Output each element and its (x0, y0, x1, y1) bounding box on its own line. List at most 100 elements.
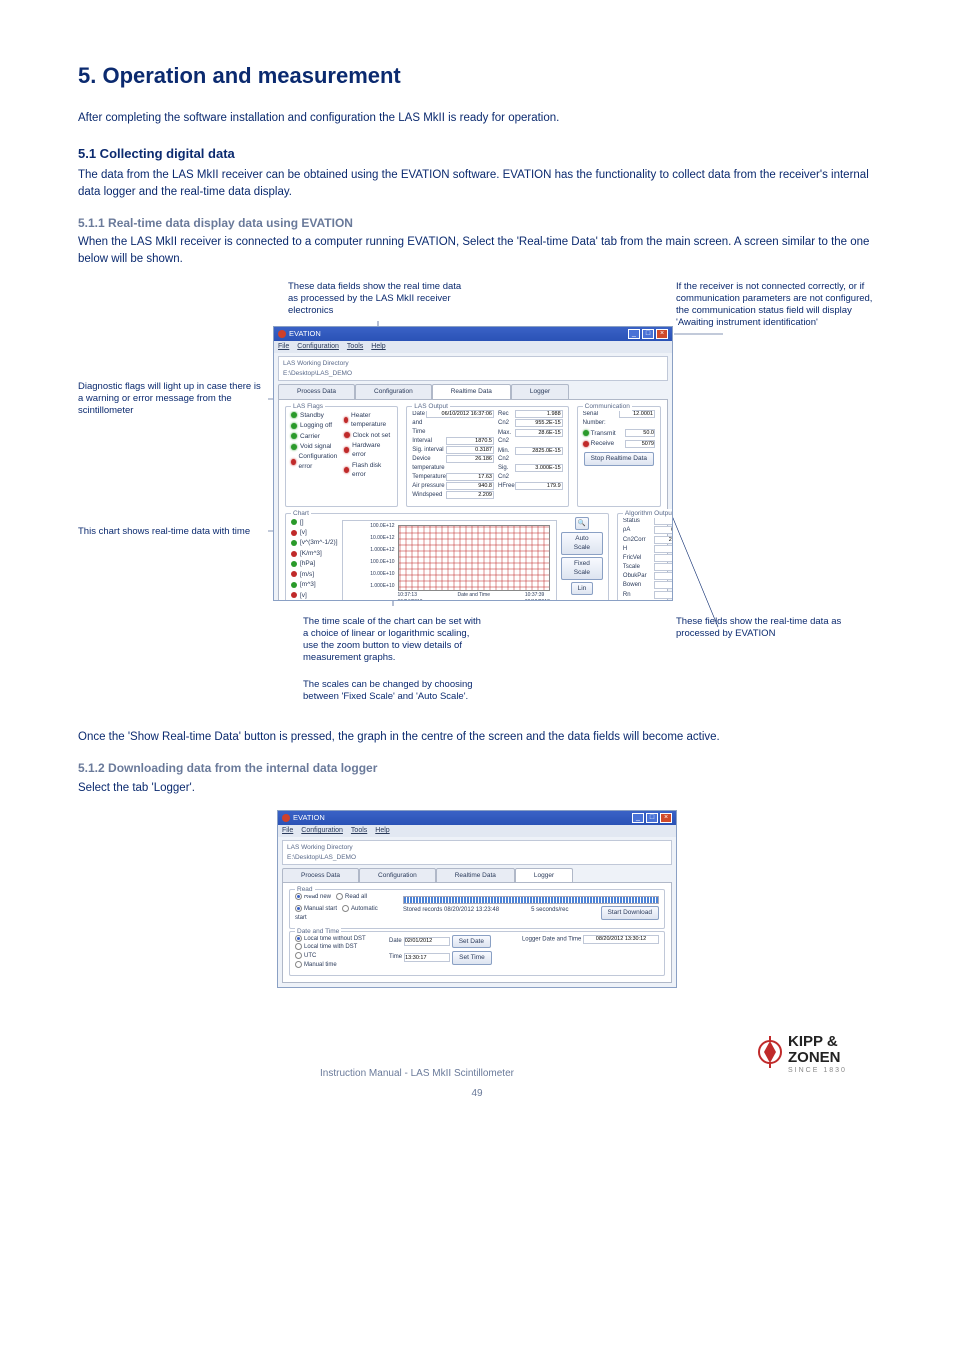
menu-file[interactable]: File (278, 342, 289, 352)
af7v (654, 591, 673, 599)
radio-localtime-dst[interactable] (295, 943, 302, 950)
workdir-label: LAS Working Directory (283, 359, 663, 368)
radio-auto-start[interactable] (342, 905, 349, 912)
app-title2: EVATION (293, 813, 325, 824)
series-led-4[interactable] (291, 561, 297, 567)
rlabel1: Local time with DST (304, 945, 357, 951)
radio-localtime-nodst[interactable] (295, 935, 302, 942)
af1k: Cn2Corr (623, 536, 646, 545)
set-date-button[interactable]: Set Date (452, 935, 491, 948)
series-led-0[interactable] (291, 519, 297, 525)
workdir-label2: LAS Working Directory (287, 843, 667, 852)
maximize-button2[interactable]: □ (646, 813, 658, 823)
set-time-button[interactable]: Set Time (452, 951, 492, 964)
x-axis-label: Date and Time (457, 592, 490, 601)
time-field[interactable] (404, 953, 450, 962)
series-led-3[interactable] (291, 551, 297, 557)
fld-press-v (446, 482, 494, 490)
logo-line1: KIPP & (788, 1033, 838, 1050)
maximize-button[interactable]: □ (642, 329, 654, 339)
menu-help[interactable]: Help (371, 342, 385, 352)
logger-dt-value (583, 935, 659, 944)
start-download-button[interactable]: Start Download (601, 906, 659, 919)
date-field[interactable] (404, 937, 450, 946)
dt-title: Date and Time (295, 927, 341, 936)
annot-bot-center1: The time scale of the chart can be set w… (303, 616, 483, 664)
logger-panel: Read Read new Read all Manual start Auto… (282, 882, 672, 982)
close-button[interactable]: × (656, 329, 668, 339)
logo-line3: SINCE 1830 (788, 1067, 847, 1074)
s512-body: Select the tab 'Logger'. (78, 780, 876, 797)
tab-logger[interactable]: Logger (511, 384, 569, 398)
close-button2[interactable]: × (660, 813, 672, 823)
tab-realtime-data2[interactable]: Realtime Data (436, 868, 515, 882)
series-lbl-2: [v^(3m^-1/2)] (300, 538, 338, 547)
read-group: Read Read new Read all Manual start Auto… (289, 889, 665, 928)
menu-config[interactable]: Configuration (297, 342, 339, 352)
radio-read-all[interactable] (336, 893, 343, 900)
rlabel2: UTC (304, 953, 316, 959)
series-lbl-3: [K/m^3] (300, 549, 322, 558)
series-led-5[interactable] (291, 571, 297, 577)
intro-text: After completing the software installati… (78, 110, 876, 127)
series-lbl-0: [] (300, 518, 304, 527)
tab-process-data[interactable]: Process Data (278, 384, 355, 398)
minimize-button2[interactable]: _ (632, 813, 644, 823)
auto-scale-button[interactable]: Auto Scale (561, 532, 603, 555)
radio-read-new[interactable] (295, 893, 302, 900)
lin-button[interactable]: Lin (571, 582, 594, 595)
fld-sigint-v (446, 446, 494, 454)
fixed-scale-button[interactable]: Fixed Scale (561, 557, 603, 580)
kipp-zonen-logo: KIPP & ZONEN SINCE 1830 (756, 1028, 876, 1082)
menu-config2[interactable]: Configuration (301, 826, 343, 836)
tab-logger2[interactable]: Logger (515, 868, 573, 882)
led-void (291, 444, 297, 450)
led-config-err (291, 459, 296, 465)
flag-config-err: Configuration error (299, 452, 340, 471)
algorithm-output-group: Algorithm Output Status ρA Cn2Corr H Fri… (617, 513, 673, 602)
radio-utc[interactable] (295, 952, 302, 959)
chart-title: Chart (291, 509, 311, 518)
led-clock (344, 432, 350, 438)
realtime-panel: LAS Flags Standby Logging off Carrier Vo… (278, 399, 668, 602)
tabs: Process Data Configuration Realtime Data… (278, 384, 668, 398)
fld-rec-k: Rec (498, 410, 509, 419)
menu-file2[interactable]: File (282, 826, 293, 836)
series-led-2[interactable] (291, 540, 297, 546)
subsection-5-1-1: 5.1.1 Real-time data display data using … (78, 215, 876, 232)
af5k: ObukPar (623, 572, 647, 581)
menu-tools[interactable]: Tools (347, 342, 363, 352)
series-led-1[interactable] (291, 530, 297, 536)
fld-maxcn2-k: Max. Cn2 (498, 429, 515, 446)
series-led-6[interactable] (291, 582, 297, 588)
comm-serial-value (619, 410, 655, 418)
tab-process-data2[interactable]: Process Data (282, 868, 359, 882)
time-label: Time (389, 953, 402, 962)
annot-left-chart: This chart shows real-time data with tim… (78, 526, 278, 538)
af5v (654, 572, 673, 580)
af1v (654, 536, 673, 544)
menu-help2[interactable]: Help (375, 826, 389, 836)
footer-text: Instruction Manual - LAS MkII Scintillom… (320, 1067, 514, 1082)
las-flags-title: LAS Flags (291, 402, 325, 411)
tab-realtime-data[interactable]: Realtime Data (432, 384, 511, 398)
radio-read-new-label: Read new (304, 895, 331, 901)
radio-manual-time[interactable] (295, 961, 302, 968)
comm-rx-v (625, 440, 655, 448)
tab-configuration[interactable]: Configuration (355, 384, 432, 398)
stop-realtime-button[interactable]: Stop Realtime Data (584, 452, 654, 465)
subsection-5-1: 5.1 Collecting digital data (78, 145, 876, 164)
fld-sigint-k: Sig. interval (412, 446, 443, 455)
radio-manual-start[interactable] (295, 905, 302, 912)
fld-sigcn2-v (515, 464, 563, 472)
led-hw (344, 447, 350, 453)
series-lbl-4: [hPa] (300, 559, 315, 568)
minimize-button[interactable]: _ (628, 329, 640, 339)
fld-datetime-v (426, 410, 494, 418)
series-led-7[interactable] (291, 592, 297, 598)
after-fig1-text: Once the 'Show Real-time Data' button is… (78, 729, 876, 746)
zoom-button[interactable]: 🔍 (575, 517, 589, 530)
menu-tools2[interactable]: Tools (351, 826, 367, 836)
af3v (654, 554, 673, 562)
tab-configuration2[interactable]: Configuration (359, 868, 436, 882)
